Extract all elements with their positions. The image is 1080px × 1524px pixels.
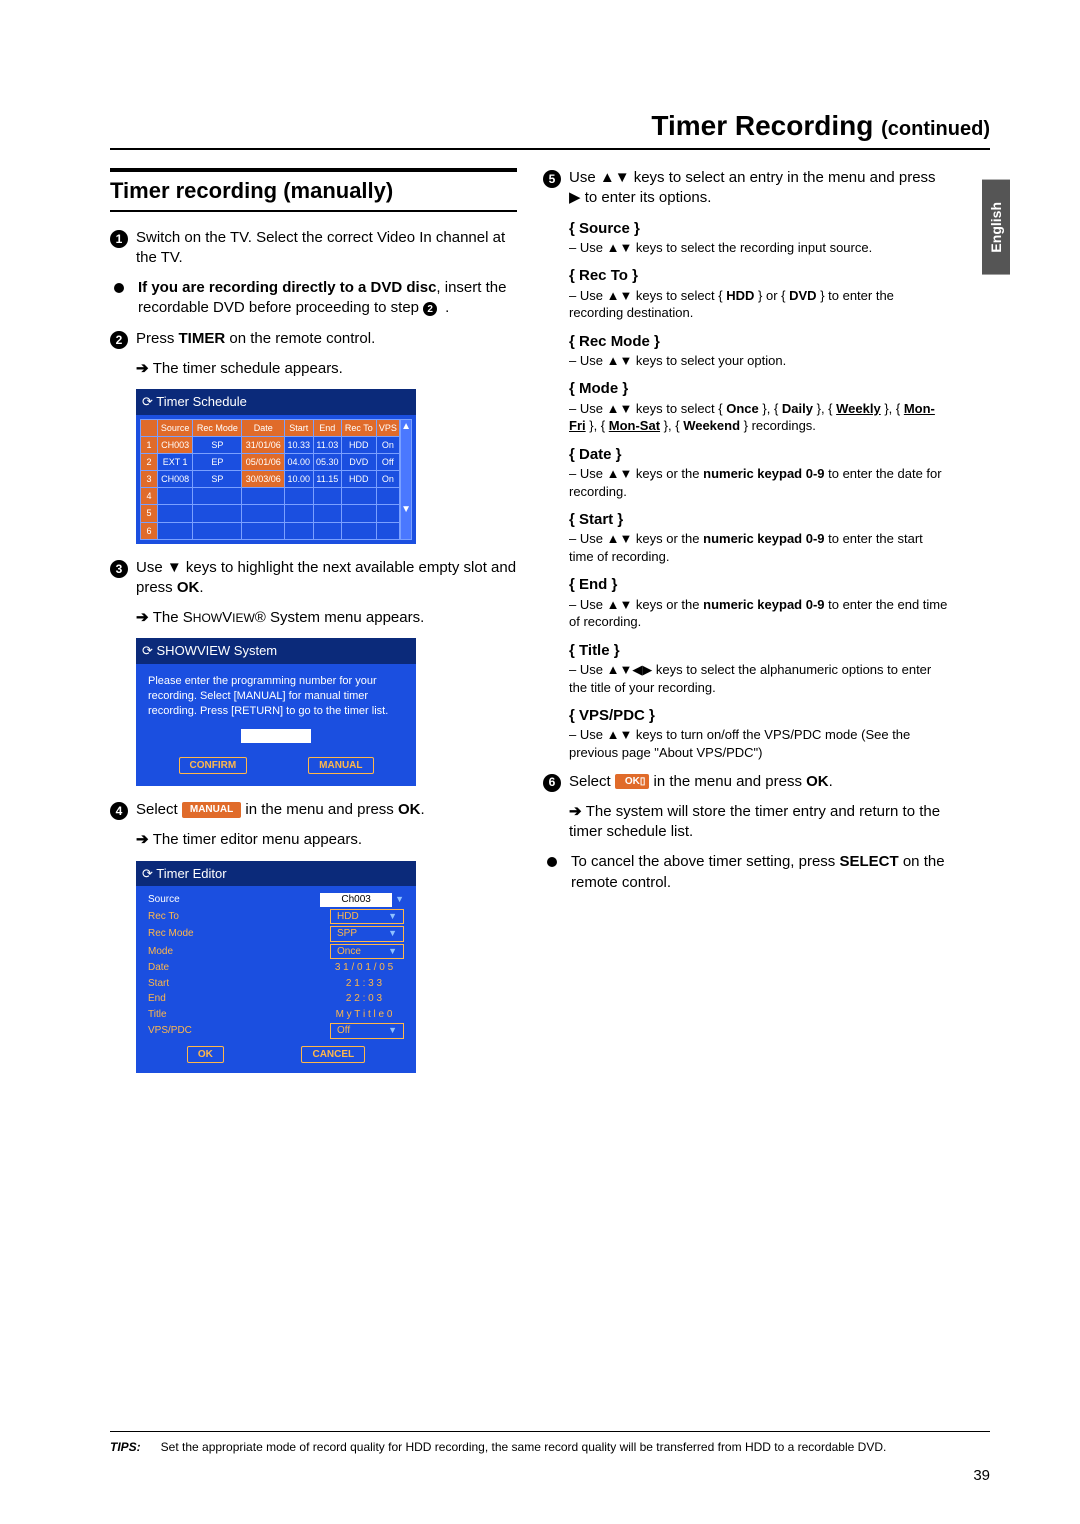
step-number-icon: 3 [110, 560, 128, 578]
title-main: Timer Recording [651, 110, 873, 141]
chevron-down-icon [388, 927, 397, 941]
step-2-result: The timer schedule appears. [136, 359, 517, 379]
table-row: 3CH008SP30/03/0610.0011.15HDDOn [141, 471, 400, 488]
clock-icon: ⟳ [142, 866, 156, 881]
step-2-text: Press TIMER on the remote control. [136, 329, 375, 349]
step-6-result: The system will store the timer entry an… [569, 802, 950, 843]
step-5: 5 Use ▲▼ keys to select an entry in the … [543, 168, 950, 209]
step-6-text: Select OK in the menu and press OK. [569, 772, 833, 792]
table-row: 6 [141, 522, 400, 539]
editor-row: TitleM y T i t l e 0 [148, 1007, 404, 1023]
step-3-result: The SHOWVIEW® System menu appears. [136, 608, 517, 628]
dvd-note: If you are recording directly to a DVD d… [110, 278, 517, 319]
step-number-icon: 2 [110, 331, 128, 349]
option-rec-mode: { Rec Mode } – Use ▲▼ keys to select you… [569, 332, 950, 370]
option-mode: { Mode } – Use ▲▼ keys to select { Once … [569, 379, 950, 434]
table-row: 1CH003SP31/01/0610.3311.03HDDOn [141, 436, 400, 453]
osd-title: ⟳ SHOWVIEW System [136, 638, 416, 664]
dvd-note-text: If you are recording directly to a DVD d… [138, 278, 517, 319]
table-row: 5 [141, 505, 400, 522]
step-ref-icon: 2 [423, 302, 437, 316]
option-source: { Source } – Use ▲▼ keys to select the r… [569, 219, 950, 257]
clock-icon [142, 394, 156, 409]
editor-row: VPS/PDCOff [148, 1022, 404, 1040]
bullet-icon [114, 283, 124, 293]
step-1-text: Switch on the TV. Select the correct Vid… [136, 228, 517, 269]
left-column: Timer recording (manually) 1 Switch on t… [110, 168, 517, 1087]
table-row: 4 [141, 488, 400, 505]
showview-input [241, 729, 311, 743]
manual-chip-icon: MANUAL [182, 802, 241, 818]
cancel-note: To cancel the above timer setting, press… [543, 852, 950, 893]
tips-label: TIPS: [110, 1440, 141, 1454]
timer-editor-osd: ⟳ Timer Editor SourceCh003 Rec ToHDD Rec… [136, 861, 416, 1074]
step-3-text: Use ▼ keys to highlight the next availab… [136, 558, 517, 599]
editor-row: ModeOnce [148, 943, 404, 961]
bullet-icon [547, 857, 557, 867]
manual-button: MANUAL [308, 757, 373, 775]
option-vps-pdc: { VPS/PDC } – Use ▲▼ keys to turn on/off… [569, 706, 950, 761]
editor-row: Date3 1 / 0 1 / 0 5 [148, 960, 404, 976]
editor-row: Rec ToHDD [148, 908, 404, 926]
schedule-table: Source Rec Mode Date Start End Rec To VP… [140, 419, 400, 540]
step-1: 1 Switch on the TV. Select the correct V… [110, 228, 517, 269]
editor-row: SourceCh003 [148, 892, 404, 908]
editor-row: End2 2 : 0 3 [148, 991, 404, 1007]
step-3: 3 Use ▼ keys to highlight the next avail… [110, 558, 517, 599]
option-rec-to: { Rec To } – Use ▲▼ keys to select { HDD… [569, 266, 950, 321]
tips-footer: TIPS: Set the appropriate mode of record… [110, 1431, 990, 1454]
editor-row: Start2 1 : 3 3 [148, 976, 404, 992]
step-number-icon: 1 [110, 230, 128, 248]
step-4-text: Select MANUAL in the menu and press OK. [136, 800, 425, 820]
confirm-button: CONFIRM [179, 757, 248, 775]
section-heading: Timer recording (manually) [110, 168, 517, 212]
title-continued: (continued) [881, 118, 990, 140]
cancel-note-text: To cancel the above timer setting, press… [571, 852, 950, 893]
page-title: Timer Recording (continued) [110, 110, 990, 142]
chevron-down-icon [388, 1024, 397, 1038]
option-start: { Start } – Use ▲▼ keys or the numeric k… [569, 510, 950, 565]
showview-prompt: Please enter the programming number for … [148, 674, 404, 719]
ok-chip-icon: OK [615, 774, 650, 790]
cancel-button: CANCEL [301, 1046, 365, 1064]
language-tab: English [982, 180, 1010, 275]
scrollbar-icon: ▲▼ [400, 419, 412, 540]
title-rule [110, 148, 990, 150]
step-number-icon: 4 [110, 802, 128, 820]
right-column: 5 Use ▲▼ keys to select an entry in the … [543, 168, 990, 1087]
option-title: { Title } – Use ▲▼◀▶ keys to select the … [569, 641, 950, 696]
osd-title: Timer Schedule [136, 389, 416, 415]
editor-row: Rec ModeSPP [148, 925, 404, 943]
step-4-result: The timer editor menu appears. [136, 830, 517, 850]
option-end: { End } – Use ▲▼ keys or the numeric key… [569, 575, 950, 630]
step-4: 4 Select MANUAL in the menu and press OK… [110, 800, 517, 820]
chevron-down-icon [388, 910, 397, 924]
clock-icon: ⟳ [142, 643, 157, 658]
chevron-down-icon [388, 945, 397, 959]
osd-title: ⟳ Timer Editor [136, 861, 416, 887]
ok-button: OK [187, 1046, 224, 1064]
timer-schedule-osd: Timer Schedule Source Rec Mode Date Star… [136, 389, 416, 544]
step-number-icon: 5 [543, 170, 561, 188]
showview-osd: ⟳ SHOWVIEW System Please enter the progr… [136, 638, 416, 786]
table-row: 2EXT 1EP05/01/0604.0005.30DVDOff [141, 454, 400, 471]
step-5-text: Use ▲▼ keys to select an entry in the me… [569, 168, 950, 209]
step-number-icon: 6 [543, 774, 561, 792]
step-2: 2 Press TIMER on the remote control. [110, 329, 517, 349]
page-number: 39 [973, 1467, 990, 1484]
option-date: { Date } – Use ▲▼ keys or the numeric ke… [569, 445, 950, 500]
tips-text: Set the appropriate mode of record quali… [161, 1440, 887, 1454]
step-6: 6 Select OK in the menu and press OK. [543, 772, 950, 792]
chevron-down-icon [395, 893, 404, 907]
